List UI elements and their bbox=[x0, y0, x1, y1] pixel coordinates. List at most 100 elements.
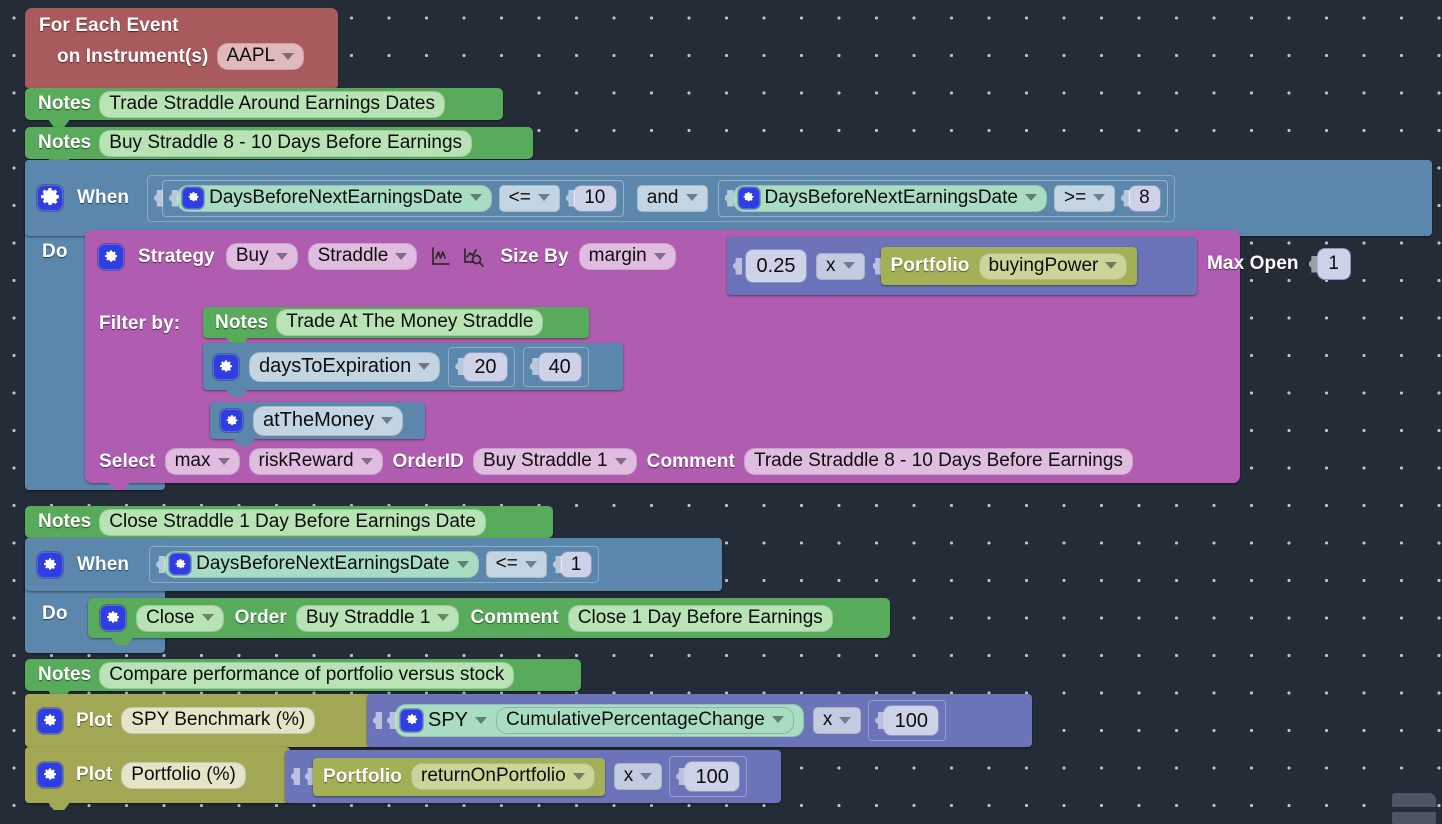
condition-b-operator[interactable]: >= bbox=[1053, 184, 1116, 212]
plot-1-value[interactable]: 100 bbox=[883, 705, 940, 736]
notes-text-field[interactable]: Close Straddle 1 Day Before Earnings Dat… bbox=[99, 508, 486, 536]
corner-control-lower[interactable] bbox=[1392, 812, 1436, 824]
select-mode-dropdown[interactable]: max bbox=[164, 448, 240, 475]
plot-1-expression-block[interactable]: SPY CumulativePercentageChange x 100 bbox=[367, 694, 1032, 747]
plot-block-2[interactable]: Plot Portfolio (%) bbox=[25, 747, 290, 803]
condition-joiner[interactable]: and bbox=[636, 184, 708, 212]
orderid-dropdown[interactable]: Buy Straddle 1 bbox=[472, 448, 637, 475]
instrument-value: AAPL bbox=[226, 45, 276, 66]
strategy-type-dropdown[interactable]: Straddle bbox=[307, 243, 418, 270]
when-1-condition-bar[interactable]: When DaysBeforeNextEarningsDate <= 10 an… bbox=[25, 160, 1432, 236]
gear-icon[interactable] bbox=[37, 707, 63, 734]
size-multiplier-value[interactable]: 0.25 bbox=[745, 249, 807, 283]
filter-field-dropdown[interactable]: atTheMoney bbox=[253, 405, 404, 436]
plot-1-metric-dropdown[interactable]: CumulativePercentageChange bbox=[496, 706, 794, 734]
notes-text-field[interactable]: Buy Straddle 8 - 10 Days Before Earnings bbox=[99, 129, 473, 157]
close-order-block[interactable]: Close Order Buy Straddle 1 Comment Close… bbox=[88, 598, 890, 638]
strategy-block[interactable]: Strategy Buy Straddle Size By margin 0.2… bbox=[85, 230, 1351, 483]
chevron-down-icon bbox=[839, 716, 852, 724]
canvas-corner-control[interactable] bbox=[1380, 786, 1442, 824]
gear-icon[interactable] bbox=[182, 186, 205, 209]
gear-icon[interactable] bbox=[98, 243, 124, 270]
gear-icon[interactable] bbox=[213, 353, 239, 380]
condition-b-slot[interactable]: DaysBeforeNextEarningsDate >= 8 bbox=[717, 179, 1168, 217]
condition-field[interactable]: DaysBeforeNextEarningsDate bbox=[164, 551, 479, 578]
notes-text-field[interactable]: Trade Straddle Around Earnings Dates bbox=[99, 90, 445, 118]
size-expression-block[interactable]: 0.25 x Portfolio buyingPower bbox=[727, 237, 1197, 295]
plot-2-value-slot[interactable]: 100 bbox=[669, 756, 748, 797]
when-1-condition-group[interactable]: DaysBeforeNextEarningsDate <= 10 and Day… bbox=[147, 174, 1175, 222]
notes-text-field[interactable]: Compare performance of portfolio versus … bbox=[99, 661, 515, 689]
size-by-dropdown[interactable]: margin bbox=[578, 243, 676, 270]
comment-field[interactable]: Trade Straddle 8 - 10 Days Before Earnin… bbox=[743, 448, 1133, 475]
comment-field[interactable]: Close 1 Day Before Earnings bbox=[567, 604, 833, 632]
plot-block-1[interactable]: Plot SPY Benchmark (%) bbox=[25, 694, 372, 747]
corner-control-upper[interactable] bbox=[1392, 793, 1436, 807]
block-editor-canvas[interactable]: For Each Event on Instrument(s) AAPL Not… bbox=[0, 0, 1442, 824]
notes-block-1[interactable]: Notes Trade Straddle Around Earnings Dat… bbox=[25, 88, 503, 120]
chevron-down-icon bbox=[614, 457, 627, 465]
filter-row-at-the-money[interactable]: atTheMoney bbox=[210, 402, 425, 439]
gear-icon[interactable] bbox=[37, 185, 63, 211]
notes-block-4[interactable]: Notes Close Straddle 1 Day Before Earnin… bbox=[25, 506, 553, 538]
plot-2-value[interactable]: 100 bbox=[684, 761, 741, 792]
plot-2-metric-dropdown[interactable]: returnOnPortfolio bbox=[411, 763, 595, 790]
strategy-label: Strategy bbox=[138, 245, 215, 267]
select-mode-value: max bbox=[174, 450, 211, 471]
orderid-value: Buy Straddle 1 bbox=[482, 450, 608, 471]
condition-a-operator[interactable]: <= bbox=[498, 184, 560, 212]
plot-2-expression-block[interactable]: Portfolio returnOnPortfolio x 100 bbox=[285, 750, 781, 803]
when-2-condition-slot[interactable]: DaysBeforeNextEarningsDate <= 1 bbox=[149, 546, 600, 583]
gear-icon[interactable] bbox=[220, 409, 243, 432]
plot-1-symbol-group[interactable]: SPY CumulativePercentageChange bbox=[395, 704, 804, 737]
gear-icon[interactable] bbox=[100, 605, 126, 631]
filter-row-days-to-expiration[interactable]: daysToExpiration 20 40 bbox=[203, 343, 623, 390]
filter-min-value[interactable]: 20 bbox=[463, 351, 508, 382]
plot-name-field[interactable]: Portfolio (%) bbox=[121, 761, 246, 789]
socket-plug bbox=[676, 768, 686, 785]
close-action-dropdown[interactable]: Close bbox=[136, 604, 224, 632]
condition-a-value[interactable]: 10 bbox=[572, 184, 617, 212]
filter-field-value: daysToExpiration bbox=[259, 355, 412, 377]
filter-min-slot[interactable]: 20 bbox=[448, 346, 515, 387]
plot-name-field[interactable]: SPY Benchmark (%) bbox=[121, 707, 316, 734]
plot-1-operator-dropdown[interactable]: x bbox=[812, 707, 862, 734]
filter-field-dropdown[interactable]: daysToExpiration bbox=[249, 351, 441, 382]
condition-a-slot[interactable]: DaysBeforeNextEarningsDate <= 10 bbox=[162, 179, 624, 217]
gear-icon[interactable] bbox=[37, 551, 63, 578]
condition-b-field[interactable]: DaysBeforeNextEarningsDate bbox=[732, 184, 1047, 212]
portfolio-field-dropdown[interactable]: buyingPower bbox=[978, 252, 1128, 280]
chart-magnifier-icon[interactable] bbox=[461, 245, 485, 269]
max-open-value[interactable]: 1 bbox=[1316, 248, 1351, 280]
plot-2-portfolio-block[interactable]: Portfolio returnOnPortfolio bbox=[313, 757, 605, 796]
notes-block-2[interactable]: Notes Buy Straddle 8 - 10 Days Before Ea… bbox=[25, 127, 533, 159]
condition-value[interactable]: 1 bbox=[559, 551, 593, 578]
notes-label: Notes bbox=[38, 132, 92, 153]
socket-plug bbox=[875, 712, 885, 729]
notes-text-field[interactable]: Trade At The Money Straddle bbox=[276, 309, 544, 336]
filter-max-slot[interactable]: 40 bbox=[522, 346, 589, 387]
strategy-action-dropdown[interactable]: Buy bbox=[225, 243, 298, 270]
size-operator-dropdown[interactable]: x bbox=[816, 252, 865, 280]
condition-a-field[interactable]: DaysBeforeNextEarningsDate bbox=[177, 184, 492, 212]
gear-icon[interactable] bbox=[737, 186, 760, 209]
line-chart-icon[interactable] bbox=[429, 245, 453, 269]
order-dropdown[interactable]: Buy Straddle 1 bbox=[295, 604, 460, 632]
notes-block-5[interactable]: Notes Compare performance of portfolio v… bbox=[25, 659, 581, 691]
plot-2-operator-dropdown[interactable]: x bbox=[613, 763, 663, 790]
select-metric-dropdown[interactable]: riskReward bbox=[248, 448, 383, 475]
gear-icon[interactable] bbox=[400, 708, 423, 732]
for-each-event-block[interactable]: For Each Event on Instrument(s) AAPL bbox=[25, 8, 338, 88]
instrument-dropdown[interactable]: AAPL bbox=[216, 43, 305, 70]
when-2-condition-bar[interactable]: When DaysBeforeNextEarningsDate <= 1 bbox=[25, 538, 722, 591]
notes-block-3[interactable]: Notes Trade At The Money Straddle bbox=[203, 307, 589, 338]
condition-b-value[interactable]: 8 bbox=[1128, 184, 1161, 212]
condition-operator[interactable]: <= bbox=[485, 551, 547, 578]
gear-icon[interactable] bbox=[169, 553, 192, 575]
plot-1-value-slot[interactable]: 100 bbox=[868, 700, 947, 741]
socket-plug bbox=[565, 189, 575, 207]
portfolio-value-block[interactable]: Portfolio buyingPower bbox=[880, 247, 1138, 285]
filter-max-value[interactable]: 40 bbox=[537, 351, 582, 382]
gear-icon[interactable] bbox=[37, 762, 63, 788]
chevron-down-icon bbox=[275, 252, 288, 260]
